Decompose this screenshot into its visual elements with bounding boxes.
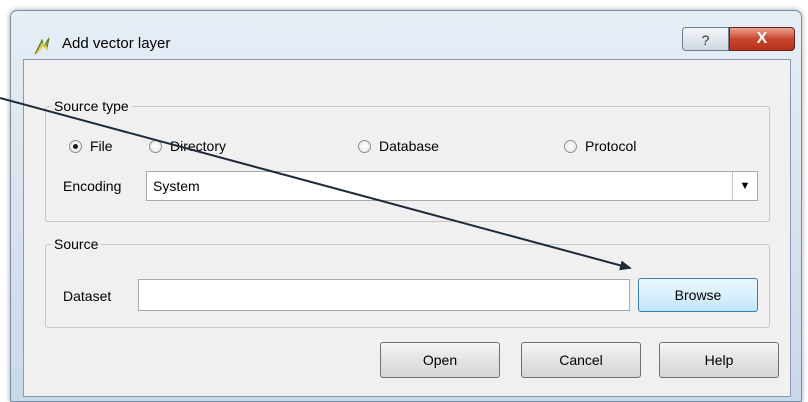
- radio-protocol-indicator[interactable]: [564, 139, 577, 153]
- radio-database[interactable]: Database: [358, 136, 439, 156]
- encoding-label: Encoding: [63, 178, 122, 194]
- cancel-button[interactable]: Cancel: [521, 342, 641, 378]
- radio-database-indicator[interactable]: [358, 139, 371, 153]
- window-title: Add vector layer: [62, 35, 171, 52]
- source-type-group: Source type: [45, 98, 770, 222]
- help-title-button[interactable]: ?: [682, 27, 729, 51]
- dropdown-arrow-icon[interactable]: ▼: [732, 172, 757, 200]
- source-type-legend: Source type: [54, 98, 129, 114]
- dataset-label: Dataset: [63, 288, 112, 304]
- title-bar[interactable]: Add vector layer ? X: [11, 11, 801, 59]
- radio-file-indicator[interactable]: [69, 139, 82, 153]
- radio-protocol[interactable]: Protocol: [564, 136, 636, 156]
- radio-directory[interactable]: Directory: [149, 136, 226, 156]
- encoding-value: System: [153, 178, 200, 194]
- encoding-select[interactable]: System ▼: [146, 171, 758, 201]
- radio-file[interactable]: File: [69, 136, 113, 156]
- help-button[interactable]: Help: [659, 342, 779, 378]
- close-button[interactable]: X: [729, 27, 795, 51]
- radio-directory-indicator[interactable]: [149, 139, 162, 153]
- add-vector-layer-dialog: Add vector layer ? X Source type File Di…: [10, 10, 802, 402]
- radio-protocol-label: Protocol: [585, 138, 637, 154]
- source-legend: Source: [54, 236, 99, 252]
- dialog-body: Source type File Directory Database Prot…: [23, 59, 791, 397]
- dataset-input[interactable]: [138, 279, 630, 311]
- qgis-logo-icon: [34, 37, 50, 55]
- radio-directory-label: Directory: [170, 138, 227, 154]
- radio-database-label: Database: [379, 138, 439, 154]
- open-button[interactable]: Open: [380, 342, 500, 378]
- radio-file-label: File: [90, 138, 113, 154]
- browse-button[interactable]: Browse: [638, 278, 758, 312]
